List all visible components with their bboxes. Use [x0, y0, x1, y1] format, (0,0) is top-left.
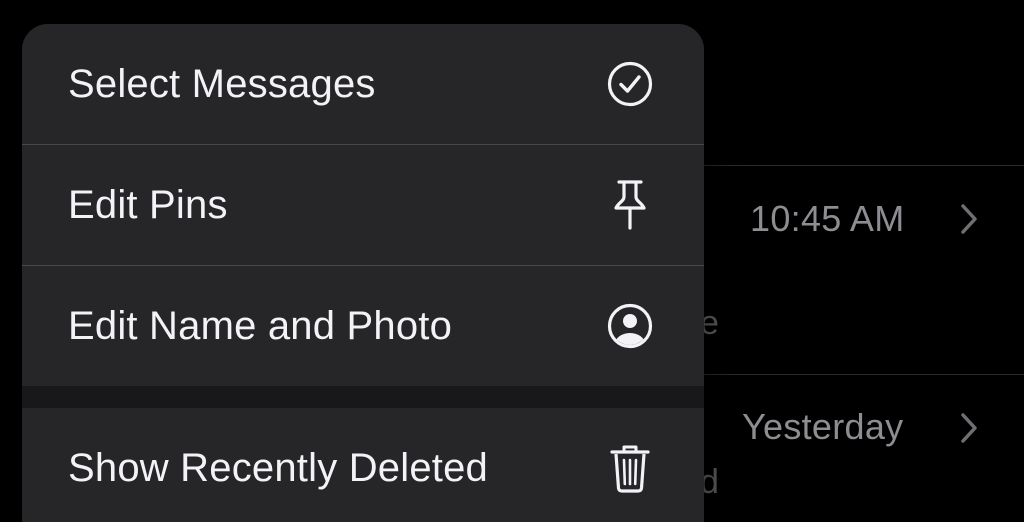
person-circle-icon [604, 300, 656, 352]
checkmark-circle-icon [604, 58, 656, 110]
menu-item-label: Edit Pins [68, 182, 228, 227]
conversation-row[interactable]: 10:45 AM e [700, 166, 1024, 374]
menu-item-label: Edit Name and Photo [68, 303, 453, 348]
trash-icon [604, 442, 656, 494]
edit-name-and-photo-menu-item[interactable]: Edit Name and Photo [22, 266, 704, 386]
menu-item-label: Select Messages [68, 61, 376, 106]
conversation-timestamp: Yesterday [742, 406, 904, 447]
select-messages-menu-item[interactable]: Select Messages [22, 24, 704, 144]
chevron-right-icon [961, 413, 977, 443]
menu-item-label: Show Recently Deleted [68, 445, 488, 490]
edit-pins-menu-item[interactable]: Edit Pins [22, 145, 704, 265]
menu-group-separator [22, 386, 704, 408]
chevron-right-icon [961, 204, 977, 234]
show-recently-deleted-menu-item[interactable]: Show Recently Deleted [22, 408, 704, 522]
conversation-row[interactable]: Yesterday d [700, 375, 1024, 522]
conversation-timestamp: 10:45 AM [750, 198, 905, 239]
context-menu: Select Messages Edit Pins Edit Name and … [22, 24, 704, 522]
pin-icon [604, 179, 656, 231]
messages-screen: 10:45 AM e Yesterday d Select Messages E… [0, 0, 1024, 522]
